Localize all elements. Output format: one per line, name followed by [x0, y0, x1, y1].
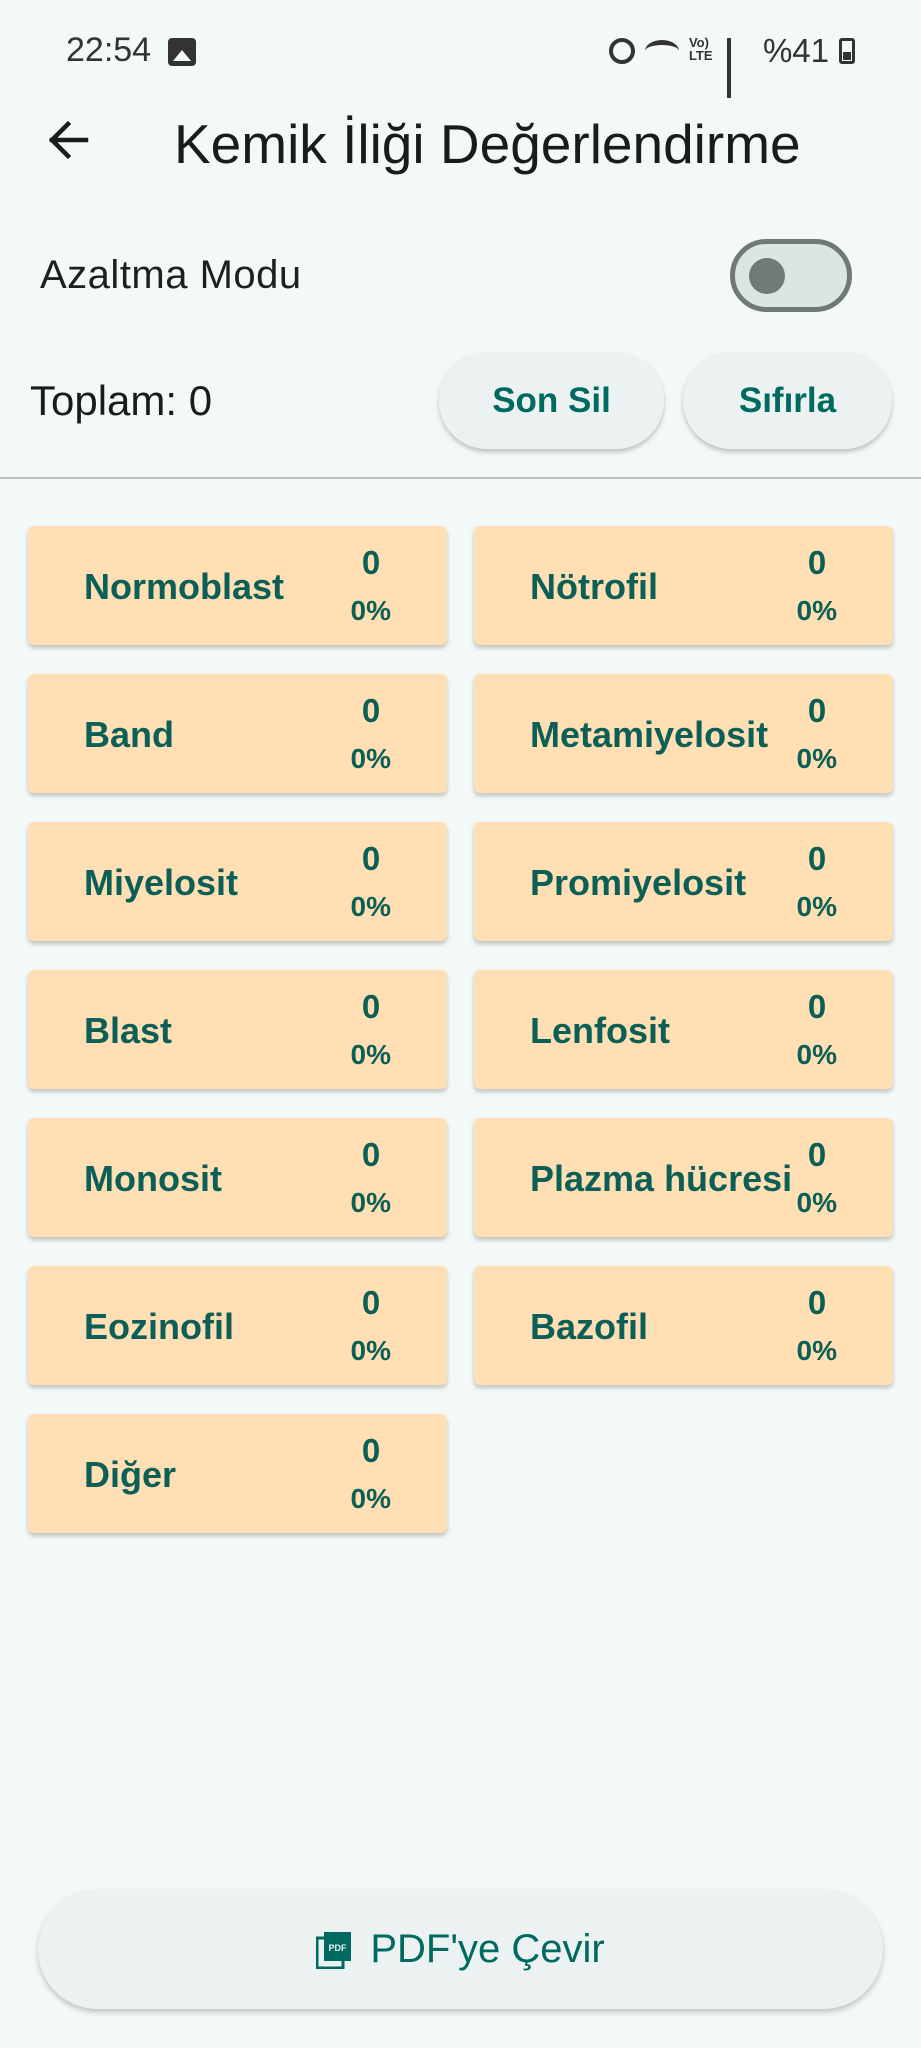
cell-count: 0	[361, 692, 381, 729]
cell-count: 0	[361, 988, 381, 1025]
cell-count: 0	[807, 692, 827, 729]
cell-count: 0	[361, 1136, 381, 1173]
cell-count: 0	[361, 544, 381, 581]
status-indicators: Vo) LTE %41	[608, 32, 855, 98]
cell-counter-band[interactable]: Band 0 0%	[28, 674, 447, 793]
cell-percent: 0%	[350, 1335, 391, 1366]
cell-name: Miyelosit	[84, 862, 239, 903]
cell-name: Nötrofil	[530, 566, 658, 607]
alarm-icon	[608, 38, 635, 64]
cell-counter-grid: Normoblast 0 0% Nötrofil 0 0% Band 0 0% …	[28, 526, 893, 1533]
pdf-file-icon: PDF	[316, 1931, 352, 1969]
cell-name: Lenfosit	[530, 1010, 670, 1051]
cell-name: Metamiyelosit	[530, 714, 769, 755]
cell-percent: 0%	[350, 1483, 391, 1514]
cell-counter-diger[interactable]: Diğer 0 0%	[28, 1414, 447, 1533]
reduce-mode-label: Azaltma Modu	[40, 253, 302, 297]
cell-name: Diğer	[84, 1454, 177, 1495]
cell-name: Normoblast	[84, 566, 285, 607]
reduce-mode-toggle[interactable]	[730, 239, 852, 312]
battery-icon	[839, 38, 855, 64]
cell-counter-metamiyelosit[interactable]: Metamiyelosit 0 0%	[474, 674, 893, 793]
cell-counter-monosit[interactable]: Monosit 0 0%	[28, 1118, 447, 1237]
signal-icon	[726, 38, 753, 98]
cell-name: Monosit	[84, 1158, 222, 1199]
cell-counter-promiyelosit[interactable]: Promiyelosit 0 0%	[474, 822, 893, 941]
cell-count: 0	[807, 1136, 827, 1173]
cell-count: 0	[807, 544, 827, 581]
back-button[interactable]	[38, 110, 98, 170]
image-notification-icon	[168, 38, 196, 66]
cell-count: 0	[361, 1284, 381, 1321]
cell-percent: 0%	[796, 891, 837, 922]
wifi-icon	[644, 40, 679, 62]
undo-last-button[interactable]: Son Sil	[439, 352, 664, 449]
svg-text:PDF: PDF	[329, 1943, 348, 1953]
cell-counter-bazofil[interactable]: Bazofil 0 0%	[474, 1266, 893, 1385]
status-bar: 22:54 Vo) LTE %41	[0, 0, 921, 104]
total-count: Toplam: 0	[30, 377, 213, 424]
cell-count: 0	[807, 1284, 827, 1321]
cell-percent: 0%	[350, 1039, 391, 1070]
volte-icon: Vo) LTE	[688, 35, 713, 63]
export-pdf-button[interactable]: PDF PDF'ye Çevir	[38, 1890, 883, 2009]
cell-counter-lenfosit[interactable]: Lenfosit 0 0%	[474, 970, 893, 1089]
cell-percent: 0%	[350, 891, 391, 922]
cell-percent: 0%	[350, 595, 391, 626]
cell-counter-normoblast[interactable]: Normoblast 0 0%	[28, 526, 447, 645]
export-pdf-label: PDF'ye Çevir	[370, 1927, 605, 1971]
arrow-left-icon	[48, 120, 89, 160]
reset-button[interactable]: Sıfırla	[683, 352, 892, 449]
cell-percent: 0%	[796, 1335, 837, 1366]
cell-count: 0	[361, 1432, 381, 1469]
cell-counter-plazma-hucresi[interactable]: Plazma hücresi 0 0%	[474, 1118, 893, 1237]
cell-percent: 0%	[350, 743, 391, 774]
status-time: 22:54	[66, 31, 152, 69]
divider	[0, 477, 921, 479]
cell-counter-notrofil[interactable]: Nötrofil 0 0%	[474, 526, 893, 645]
cell-percent: 0%	[350, 1187, 391, 1218]
page-title: Kemik İliği Değerlendirme	[174, 113, 801, 175]
cell-name: Plazma hücresi	[530, 1158, 793, 1199]
cell-count: 0	[807, 988, 827, 1025]
cell-name: Promiyelosit	[530, 862, 747, 903]
battery-percent: %41	[762, 32, 829, 69]
cell-name: Band	[84, 714, 174, 755]
cell-count: 0	[361, 840, 381, 877]
cell-count: 0	[807, 840, 827, 877]
cell-counter-eozinofil[interactable]: Eozinofil 0 0%	[28, 1266, 447, 1385]
cell-counter-miyelosit[interactable]: Miyelosit 0 0%	[28, 822, 447, 941]
toggle-knob	[749, 258, 785, 294]
cell-counter-blast[interactable]: Blast 0 0%	[28, 970, 447, 1089]
cell-name: Bazofil	[530, 1306, 649, 1347]
cell-percent: 0%	[796, 1039, 837, 1070]
cell-percent: 0%	[796, 1187, 837, 1218]
cell-percent: 0%	[796, 743, 837, 774]
cell-percent: 0%	[796, 595, 837, 626]
cell-name: Eozinofil	[84, 1306, 234, 1347]
cell-name: Blast	[84, 1010, 173, 1051]
